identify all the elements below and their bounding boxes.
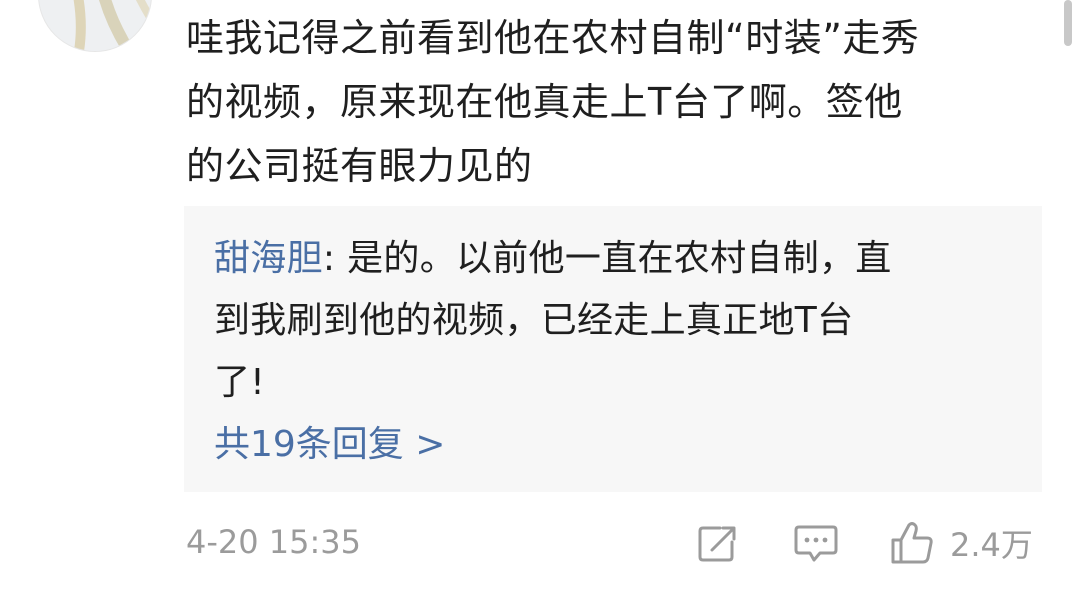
comment-line: 哇我记得之前看到他在农村自制“时装”走秀 <box>186 16 920 60</box>
thumbs-up-icon <box>891 522 933 564</box>
like-count: 2.4万 <box>950 526 1033 564</box>
reply-separator: : <box>322 238 348 279</box>
comment-icon <box>794 525 838 562</box>
reply-line: 到我刷到他的视频，已经走上真正地T台 <box>214 300 854 341</box>
like-button[interactable]: 2.4万 <box>888 518 1033 568</box>
reply-text-segment: 是的。以前他一直在农村自制，直 <box>347 238 892 279</box>
reply-preview[interactable]: 甜海胆: 是的。以前他一直在农村自制，直 到我刷到他的视频，已经走上真正地T台 … <box>184 206 1042 492</box>
comment-timestamp: 4-20 15:35 <box>186 523 362 561</box>
comment-line: 的公司挺有眼力见的 <box>186 144 533 188</box>
avatar[interactable] <box>38 0 152 52</box>
comment-button[interactable] <box>792 518 840 568</box>
comment-card: 哇我记得之前看到他在农村自制“时装”走秀 的视频，原来现在他真走上T台了啊。签他… <box>0 0 1080 598</box>
view-all-replies-link[interactable]: 共19条回复 > <box>214 422 445 468</box>
share-button[interactable] <box>694 518 740 568</box>
share-icon <box>698 526 736 562</box>
comment-line: 的视频，原来现在他真走上T台了啊。签他 <box>186 80 903 124</box>
reply-line: 甜海胆: 是的。以前他一直在农村自制，直 <box>214 228 1014 290</box>
reply-author-name[interactable]: 甜海胆 <box>214 238 323 279</box>
reply-line: 了! <box>214 362 266 403</box>
scrollbar[interactable] <box>1064 0 1072 46</box>
reply-body: 甜海胆: 是的。以前他一直在农村自制，直 到我刷到他的视频，已经走上真正地T台 … <box>214 228 1014 414</box>
comment-body: 哇我记得之前看到他在农村自制“时装”走秀 的视频，原来现在他真走上T台了啊。签他… <box>186 6 1046 198</box>
avatar-image <box>39 0 151 51</box>
